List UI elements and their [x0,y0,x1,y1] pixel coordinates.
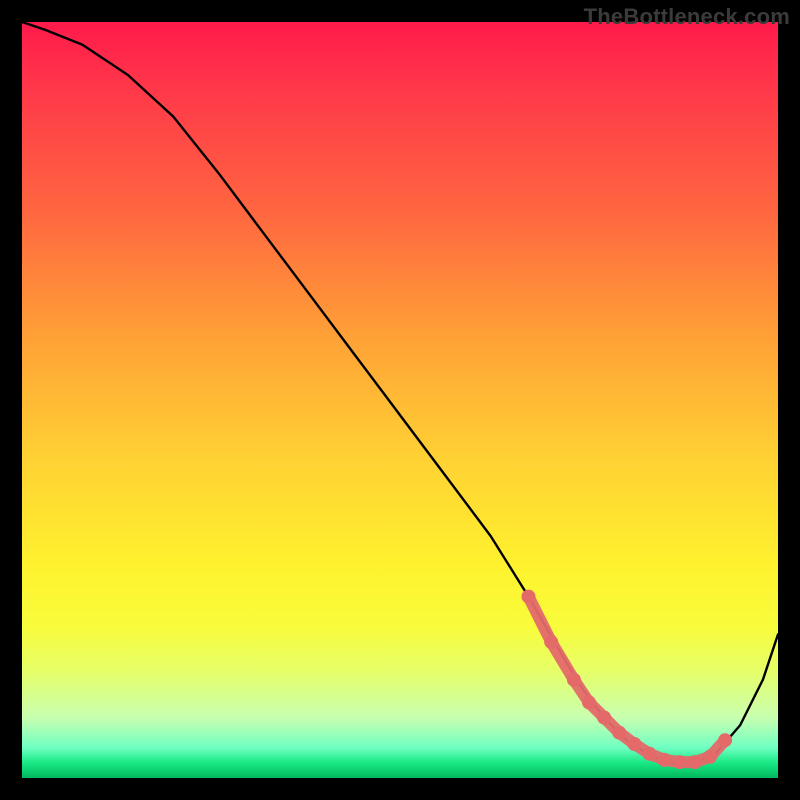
marker-dot [643,747,657,761]
marker-dot [597,711,611,725]
marker-dot [627,737,641,751]
marker-dot [612,726,626,740]
chart-svg [0,0,800,800]
marker-dot [658,753,672,767]
marker-dot [703,750,717,764]
bottleneck-curve [22,22,778,763]
marker-dot [544,635,558,649]
marker-dot [688,755,702,769]
optimal-range-highlight [529,597,726,763]
marker-dot [567,673,581,687]
marker-dot [522,590,536,604]
marker-dot [718,733,732,747]
marker-dot [582,695,596,709]
chart-frame: TheBottleneck.com [0,0,800,800]
marker-dot [673,755,687,769]
